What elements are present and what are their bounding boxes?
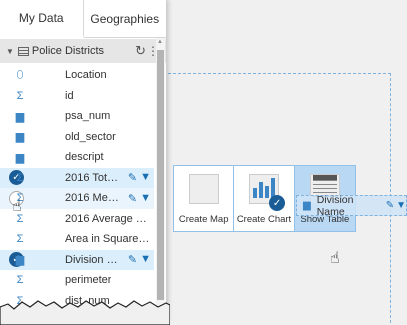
field-row[interactable]: ▆ descript — [0, 147, 154, 168]
drop-option-label: Create Map — [178, 214, 229, 225]
data-pane: My Data Geographies ▼ Police Districts ↻… — [0, 0, 170, 325]
dataset-header[interactable]: ▼ Police Districts ↻ ⋮ — [0, 39, 166, 63]
field-row[interactable]: Σ Area in Square Miles — [0, 229, 154, 250]
filter-icon: ▼ — [396, 200, 406, 211]
chart-bar-glyph — [253, 188, 258, 198]
edit-icon[interactable]: ✎ — [128, 171, 137, 184]
bar-chart-icon: ▆ — [15, 151, 25, 164]
field-name: descript — [65, 151, 104, 164]
chart-bar-glyph — [265, 186, 270, 198]
field-name: 2016 Median ... — [65, 192, 119, 205]
field-row[interactable]: Σid — [0, 86, 154, 107]
collapse-caret-icon[interactable]: ▼ — [6, 47, 14, 56]
field-name: Area in Square Miles — [65, 233, 151, 246]
edit-icon[interactable]: ✎ — [128, 253, 137, 266]
field-row[interactable]: Σ2016 Average Hous... — [0, 209, 154, 230]
location-icon: ⬯ — [16, 68, 24, 81]
field-name: Division Name — [65, 253, 119, 266]
field-row[interactable]: ✓▆Division Name✎▼ — [0, 249, 154, 270]
sigma-icon: Σ — [16, 89, 24, 102]
tab-my-data[interactable]: My Data — [0, 0, 84, 38]
bar-chart-icon: ▆ — [15, 254, 25, 267]
field-name: id — [65, 89, 74, 102]
chart-thumbnail-icon: ✓ — [249, 174, 286, 211]
data-pane-tabs: My Data Geographies — [0, 0, 166, 38]
field-name: perimeter — [65, 274, 112, 287]
hand-cursor-icon: ☝ — [330, 250, 340, 267]
drop-option-label: Create Chart — [236, 214, 292, 225]
edit-icon[interactable]: ✎ — [128, 192, 137, 205]
filter-icon[interactable]: ▼ — [140, 253, 151, 266]
sigma-icon: Σ — [16, 274, 24, 287]
field-row[interactable]: ⬯ Location — [0, 65, 154, 86]
edit-icon: ✎ — [385, 200, 395, 211]
scrollbar-thumb[interactable] — [157, 50, 164, 300]
bar-chart-icon: ▆ — [303, 200, 311, 211]
field-list: ⬯ Location Σid ▆ psa_num ▆ old_sector ▆ descript… — [0, 65, 154, 311]
field-name: psa_num — [65, 110, 111, 123]
torn-edge-decoration — [0, 300, 170, 325]
field-name: 2016 Average Hous... — [65, 212, 151, 225]
chart-bar-glyph — [259, 182, 264, 198]
field-row[interactable]: Σperimeter — [0, 270, 154, 291]
dragged-field-label: Division Name — [316, 193, 354, 218]
dataset-name: Police Districts — [31, 45, 105, 57]
bar-chart-icon: ▆ — [15, 131, 25, 144]
field-list-scrollbar[interactable]: ▲ — [156, 38, 165, 308]
drop-option-map[interactable]: Create Map — [174, 166, 235, 231]
field-name: old_sector — [65, 130, 116, 143]
sigma-icon: Σ — [16, 171, 24, 184]
map-thumbnail-icon — [188, 174, 219, 204]
field-row[interactable]: ▆ old_sector — [0, 127, 154, 148]
hand-cursor-icon: ☝ — [12, 198, 22, 215]
table-icon — [17, 46, 29, 56]
tab-geographies[interactable]: Geographies — [83, 0, 166, 37]
field-row[interactable]: ▆ psa_num — [0, 106, 154, 127]
filter-icon[interactable]: ▼ — [140, 171, 151, 184]
field-row[interactable]: ✓Σ2016 Total Po...✎▼ — [0, 167, 154, 188]
field-name: 2016 Total Po... — [65, 171, 119, 184]
dragged-field-tag[interactable]: ▆ Division Name ✎ ▼ — [296, 193, 407, 218]
field-name: Location — [65, 69, 107, 82]
field-row[interactable]: Σ2016 Median ...✎▼ — [0, 188, 154, 209]
bar-chart-icon: ▆ — [15, 110, 25, 123]
filter-icon[interactable]: ▼ — [140, 192, 151, 205]
scroll-up-icon[interactable]: ▲ — [157, 39, 163, 45]
drop-option-chart[interactable]: ✓ Create Chart — [234, 166, 295, 231]
refresh-icon[interactable]: ↻ — [135, 43, 146, 59]
sigma-icon: Σ — [16, 233, 24, 246]
check-badge-icon: ✓ — [269, 195, 286, 211]
